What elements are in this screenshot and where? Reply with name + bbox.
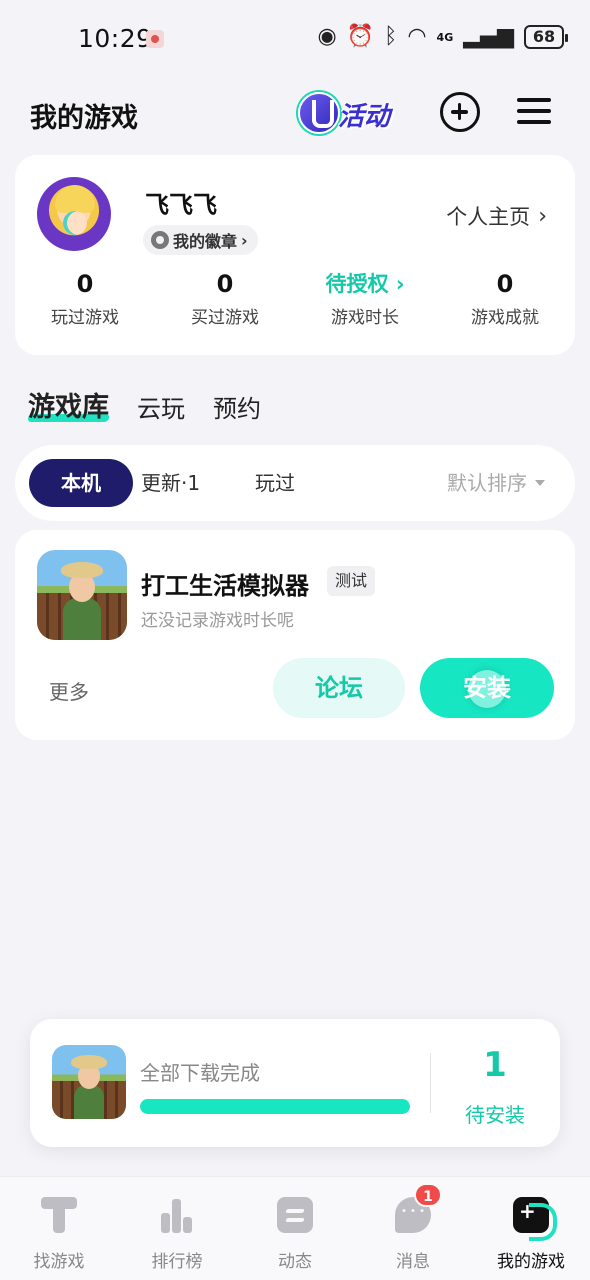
nav-my-games[interactable]: 我的游戏 <box>472 1177 590 1280</box>
status-bar: 10:29 ◉ ⏰ ᛒ ◠ 4G ▂▄▆ 68 <box>0 0 590 72</box>
game-name[interactable]: 打工生活模拟器 <box>141 566 309 601</box>
tab-reservations[interactable]: 预约 <box>213 389 261 424</box>
homepage-label: 个人主页 <box>446 205 531 229</box>
filter-updates[interactable]: 更新·1 <box>141 459 200 507</box>
game-subtitle: 还没记录游戏时长呢 <box>141 611 294 631</box>
download-status: 全部下载完成 <box>140 1061 260 1085</box>
status-icons: ◉ ⏰ ᛒ ◠ 4G ▂▄▆ 68 <box>317 24 568 50</box>
more-button[interactable]: 更多 <box>49 676 89 705</box>
filter-local[interactable]: 本机 <box>29 459 133 507</box>
nav-label: 找游戏 <box>33 1252 85 1272</box>
game-card: 打工生活模拟器 测试 还没记录游戏时长呢 更多 论坛 安装 <box>15 530 575 740</box>
screen-record-icon <box>146 30 164 48</box>
nav-label: 消息 <box>396 1252 430 1272</box>
bottom-nav: 找游戏 排行榜 动态 消息 我的游戏 <box>0 1176 590 1280</box>
filter-played[interactable]: 玩过 <box>255 459 295 507</box>
page-title: 我的游戏 <box>30 103 138 134</box>
touch-indicator <box>468 670 506 708</box>
message-badge: 1 <box>414 1183 442 1207</box>
badge-label: 我的徽章 <box>173 232 238 251</box>
stat-label: 买过游戏 <box>191 308 259 328</box>
nav-label: 动态 <box>278 1252 312 1272</box>
nav-find-games[interactable]: 找游戏 <box>0 1177 118 1280</box>
username: 飞飞飞 <box>145 191 217 219</box>
stat-label: 游戏成就 <box>471 308 539 328</box>
eye-icon: ◉ <box>317 24 337 49</box>
download-game-icon <box>52 1045 126 1119</box>
tab-game-library[interactable]: 游戏库 <box>28 385 109 424</box>
nav-messages[interactable]: 消息 <box>354 1177 472 1280</box>
medal-icon <box>151 231 169 249</box>
nav-label: 排行榜 <box>151 1252 203 1272</box>
stat-value: 0 <box>216 270 234 298</box>
personal-homepage-link[interactable]: 个人主页 › <box>446 201 547 231</box>
pending-install-label: 待安装 <box>465 1103 525 1127</box>
stat-label: 游戏时长 <box>331 308 399 328</box>
sort-label: 默认排序 <box>447 471 527 495</box>
nav-feed[interactable]: 动态 <box>236 1177 354 1280</box>
forum-button[interactable]: 论坛 <box>273 658 405 718</box>
stat-label: 玩过游戏 <box>51 308 119 328</box>
feed-icon <box>277 1197 313 1233</box>
test-tag: 测试 <box>327 566 376 596</box>
battery-indicator: 68 <box>524 25 568 49</box>
divider <box>430 1053 431 1113</box>
caret-down-icon <box>535 480 545 486</box>
my-badges-button[interactable]: 我的徽章 › <box>143 225 258 255</box>
stat-value: 0 <box>496 270 514 298</box>
bluetooth-icon: ᛒ <box>384 24 398 49</box>
tab-cloud-play[interactable]: 云玩 <box>137 389 185 424</box>
activity-logo-icon <box>298 92 340 134</box>
find-games-icon <box>41 1197 77 1233</box>
authorize-label: 待授权 <box>325 272 389 296</box>
activity-button[interactable]: 活动 <box>292 90 412 136</box>
pending-install-count: 1 <box>483 1045 507 1085</box>
chevron-right-icon: › <box>395 272 405 296</box>
chevron-right-icon: › <box>538 203 547 229</box>
add-circle-icon[interactable] <box>440 92 480 132</box>
header: 我的游戏 活动 <box>0 84 590 140</box>
nav-label: 我的游戏 <box>497 1252 565 1272</box>
stat-value: 0 <box>76 270 94 298</box>
rankings-icon <box>159 1197 195 1233</box>
download-progress-bar <box>140 1099 410 1114</box>
menu-icon[interactable] <box>515 92 555 132</box>
wifi-icon: ◠ <box>407 24 427 49</box>
filter-bar: 本机 更新·1 玩过 默认排序 <box>15 445 575 521</box>
stat-played-games[interactable]: 0 玩过游戏 <box>15 267 155 337</box>
sort-dropdown[interactable]: 默认排序 <box>447 459 545 507</box>
download-panel[interactable]: 全部下载完成 1 待安装 <box>30 1019 560 1147</box>
gamepad-icon <box>513 1197 557 1241</box>
nav-rankings[interactable]: 排行榜 <box>118 1177 236 1280</box>
library-tabs: 游戏库 云玩 预约 <box>28 378 261 424</box>
stat-value: 待授权 › <box>295 267 435 301</box>
download-progress-fill <box>140 1099 410 1114</box>
chevron-right-icon: › <box>241 230 248 250</box>
activity-label: 活动 <box>338 102 391 132</box>
stat-achievements[interactable]: 0 游戏成就 <box>435 267 575 337</box>
stat-play-time[interactable]: 待授权 › 游戏时长 <box>295 267 435 337</box>
alarm-icon: ⏰ <box>346 24 375 49</box>
signal-icon: ▂▄▆ <box>463 24 514 49</box>
profile-stats: 0 玩过游戏 0 买过游戏 待授权 › 游戏时长 0 游戏成就 <box>15 267 575 337</box>
profile-card: 飞飞飞 我的徽章 › 个人主页 › 0 玩过游戏 0 买过游戏 待授权 › 游戏… <box>15 155 575 355</box>
game-icon[interactable] <box>37 550 127 640</box>
stat-bought-games[interactable]: 0 买过游戏 <box>155 267 295 337</box>
install-button[interactable]: 安装 <box>420 658 554 718</box>
status-time: 10:29 <box>78 24 153 53</box>
network-type: 4G <box>436 30 454 44</box>
avatar[interactable] <box>37 177 111 251</box>
